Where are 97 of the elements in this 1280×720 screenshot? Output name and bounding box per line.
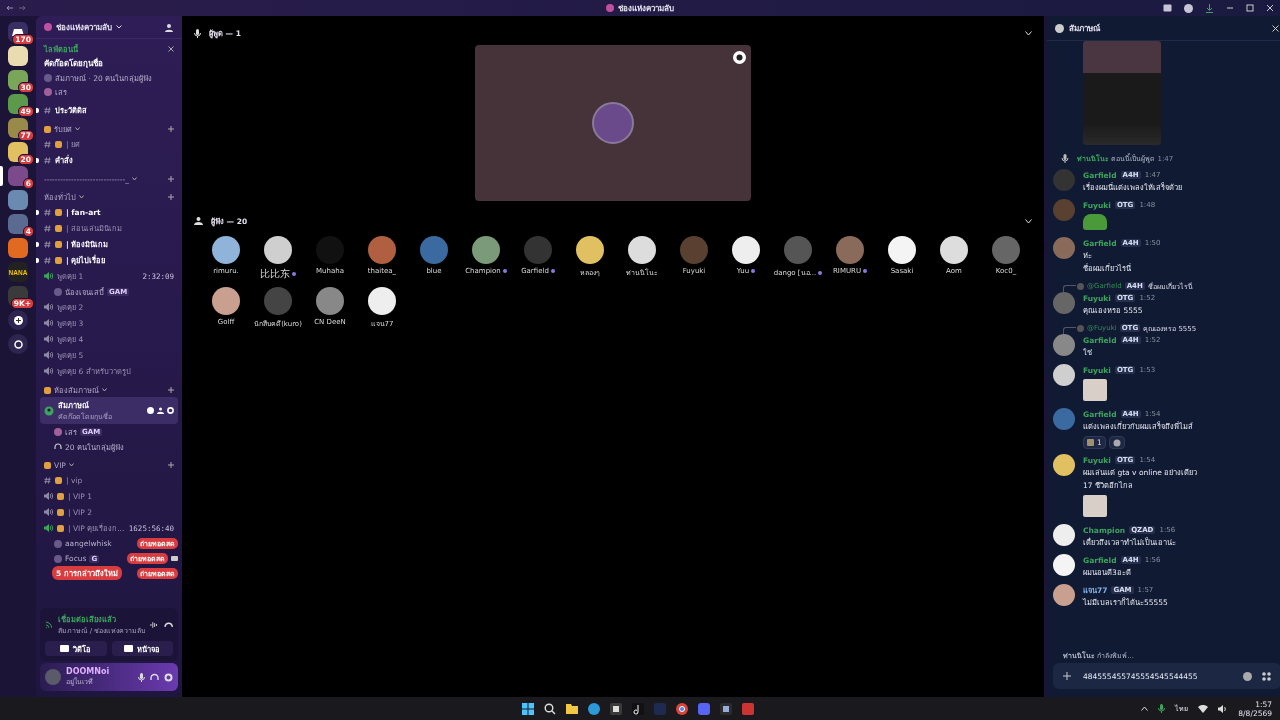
hash-icon [44,156,51,164]
search-icon[interactable] [544,702,556,715]
user-avatar[interactable] [316,287,344,315]
user-avatar [45,669,61,685]
username: DOOMNoi [66,667,110,676]
maximize-icon[interactable] [1246,4,1254,12]
chat-title: สัมภาษณ์ [1069,22,1100,35]
app-icon[interactable] [720,702,732,715]
microphone-icon [1061,154,1069,163]
emoji-icon [44,386,51,394]
app-icon[interactable] [742,702,754,715]
user-avatar[interactable] [628,236,656,264]
user-avatar [54,427,62,436]
server-icon [606,4,614,12]
microphone-icon [194,28,201,38]
user-avatar[interactable] [368,287,396,315]
user-avatar[interactable] [1053,554,1075,576]
user-avatar[interactable] [940,236,968,264]
hash-icon [44,106,51,114]
user-avatar[interactable] [212,287,240,315]
hash-icon [44,140,51,148]
server-icon[interactable] [8,46,28,66]
window-title: ช่องแห่งความลับ [618,2,674,15]
music-note-icon[interactable] [632,702,644,715]
user-avatar [1077,282,1084,290]
add-server-icon[interactable] [8,310,28,330]
audience-name: 比比东 [260,267,290,281]
sound-wave-icon[interactable] [150,620,159,629]
minimize-icon[interactable] [1226,4,1234,12]
chat-icon [1055,23,1064,33]
chevron-up-icon[interactable] [1141,706,1149,711]
wifi-icon[interactable] [1198,704,1209,713]
chevron-down-icon[interactable] [75,127,80,131]
people-icon [194,217,203,225]
hash-icon [44,224,51,232]
hash-icon [44,256,51,264]
chat-app-icon[interactable] [698,702,710,715]
hash-icon [44,208,51,216]
emoji-icon[interactable] [1243,671,1252,681]
user-avatar [592,102,634,144]
help-icon[interactable] [1184,3,1193,13]
user-avatar[interactable] [212,236,240,264]
disconnect-icon[interactable] [163,621,173,628]
forward-arrow-icon[interactable] [18,5,26,11]
signal-icon [45,620,54,629]
headphones-icon[interactable] [150,672,159,682]
folder-icon[interactable] [566,703,578,714]
server-icon [44,23,52,31]
screen-icon [124,645,134,652]
explore-icon[interactable] [8,334,28,354]
add-channel-icon[interactable] [168,176,174,182]
headphones-icon [54,442,62,451]
settings-icon[interactable] [164,672,173,682]
user-avatar[interactable] [264,236,292,264]
add-member-icon[interactable] [165,22,174,32]
microphone-icon[interactable] [138,672,145,682]
add-channel-icon[interactable] [168,462,174,468]
browser-icon[interactable] [588,702,600,715]
user-avatar[interactable] [888,236,916,264]
user-avatar[interactable] [472,236,500,264]
inbox-icon[interactable] [1163,4,1172,12]
event-title: คัดก๊อดโดยกุนชื่อ [44,57,104,70]
user-avatar [44,88,52,96]
user-avatar[interactable] [576,236,604,264]
user-avatar[interactable] [732,236,760,264]
close-icon[interactable] [168,46,174,52]
user-avatar[interactable] [1053,584,1075,606]
chevron-down-icon[interactable] [68,463,74,467]
store-icon[interactable] [610,702,622,715]
plus-icon[interactable] [1063,672,1071,680]
back-arrow-icon[interactable] [6,5,14,11]
user-avatar[interactable] [1053,524,1075,546]
download-icon[interactable] [1205,3,1214,13]
chevron-down-icon[interactable] [102,388,107,392]
chevron-down-icon[interactable] [131,177,137,181]
emoji-icon [1112,438,1121,447]
server-icon[interactable] [8,166,28,186]
user-avatar [54,287,62,296]
members-icon[interactable] [157,407,164,414]
user-avatar[interactable] [1053,454,1075,476]
close-icon[interactable] [1272,24,1279,32]
add-channel-icon[interactable] [168,387,174,393]
volume-icon[interactable] [1218,704,1229,713]
add-reaction-button[interactable] [1108,436,1125,449]
chevron-down-icon[interactable] [79,195,84,199]
hash-icon [44,240,51,248]
close-icon[interactable] [1266,4,1274,12]
user-avatar[interactable] [1053,364,1075,386]
chat-icon[interactable] [147,407,154,414]
apps-icon[interactable] [1262,671,1271,681]
user-avatar [1077,324,1084,332]
hash-icon [44,476,51,484]
add-channel-icon[interactable] [168,194,174,200]
add-channel-icon[interactable] [168,126,174,132]
server-name[interactable]: ช่องแห่งความลับ [56,20,112,34]
microphone-icon[interactable] [1158,704,1166,713]
speaker-tile[interactable] [475,45,751,201]
